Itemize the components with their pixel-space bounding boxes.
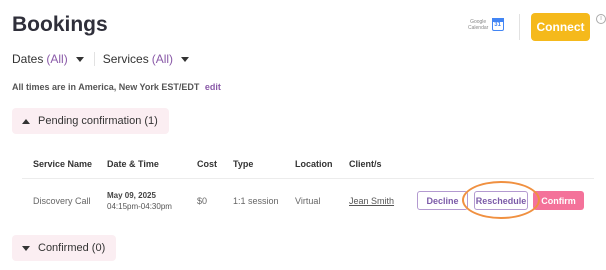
row-client-link[interactable]: Jean Smith bbox=[349, 196, 394, 206]
column-header-date: Date & Time bbox=[107, 159, 159, 169]
dates-filter-label: Dates bbox=[12, 52, 44, 66]
filter-divider bbox=[93, 52, 95, 66]
services-filter[interactable]: Services (All) bbox=[102, 52, 190, 66]
column-header-cost: Cost bbox=[197, 159, 217, 169]
row-type: 1:1 session bbox=[233, 196, 279, 206]
confirm-button[interactable]: Confirm bbox=[533, 191, 584, 210]
timezone-notice: All times are in America, New York EST/E… bbox=[12, 82, 221, 92]
dates-filter[interactable]: Dates (All) bbox=[12, 52, 84, 66]
column-header-service: Service Name bbox=[33, 159, 93, 169]
row-date-time: May 09, 2025 04:15pm-04:30pm bbox=[107, 190, 172, 212]
confirmed-toggle[interactable]: Confirmed (0) bbox=[12, 235, 117, 261]
table-divider bbox=[22, 178, 594, 179]
row-cost: $0 bbox=[197, 196, 208, 206]
chevron-down-icon bbox=[75, 56, 84, 62]
caret-up-icon bbox=[22, 118, 30, 124]
row-date: May 09, 2025 bbox=[107, 191, 156, 200]
column-header-client: Client/s bbox=[349, 159, 382, 169]
header-divider bbox=[519, 14, 520, 40]
row-time: 04:15pm-04:30pm bbox=[107, 202, 172, 211]
google-calendar-logo: Google Calendar 31 bbox=[468, 18, 505, 31]
pending-confirmation-toggle[interactable]: Pending confirmation (1) bbox=[12, 108, 169, 134]
chevron-down-icon bbox=[181, 56, 190, 62]
row-location: Virtual bbox=[295, 196, 321, 206]
info-icon[interactable]: i bbox=[596, 14, 606, 24]
timezone-edit-link[interactable]: edit bbox=[205, 82, 221, 92]
google-calendar-label: Google Calendar bbox=[468, 18, 489, 31]
row-service-name: Discovery Call bbox=[33, 196, 91, 206]
confirmed-label: Confirmed (0) bbox=[38, 242, 106, 254]
column-header-type: Type bbox=[233, 159, 254, 169]
page-title: Bookings bbox=[12, 13, 108, 36]
column-header-location: Location bbox=[295, 159, 333, 169]
pending-confirmation-label: Pending confirmation (1) bbox=[38, 115, 158, 127]
services-filter-value: (All) bbox=[151, 52, 174, 66]
timezone-text: All times are in America, New York EST/E… bbox=[12, 82, 200, 92]
filters-bar: Dates (All) Services (All) bbox=[12, 52, 190, 66]
caret-down-icon bbox=[22, 245, 30, 251]
decline-button[interactable]: Decline bbox=[417, 191, 468, 210]
calendar-icon: 31 bbox=[492, 18, 505, 31]
services-filter-label: Services bbox=[102, 52, 149, 66]
connect-button[interactable]: Connect bbox=[531, 13, 590, 41]
reschedule-highlight-circle bbox=[462, 181, 540, 219]
dates-filter-value: (All) bbox=[46, 52, 68, 66]
